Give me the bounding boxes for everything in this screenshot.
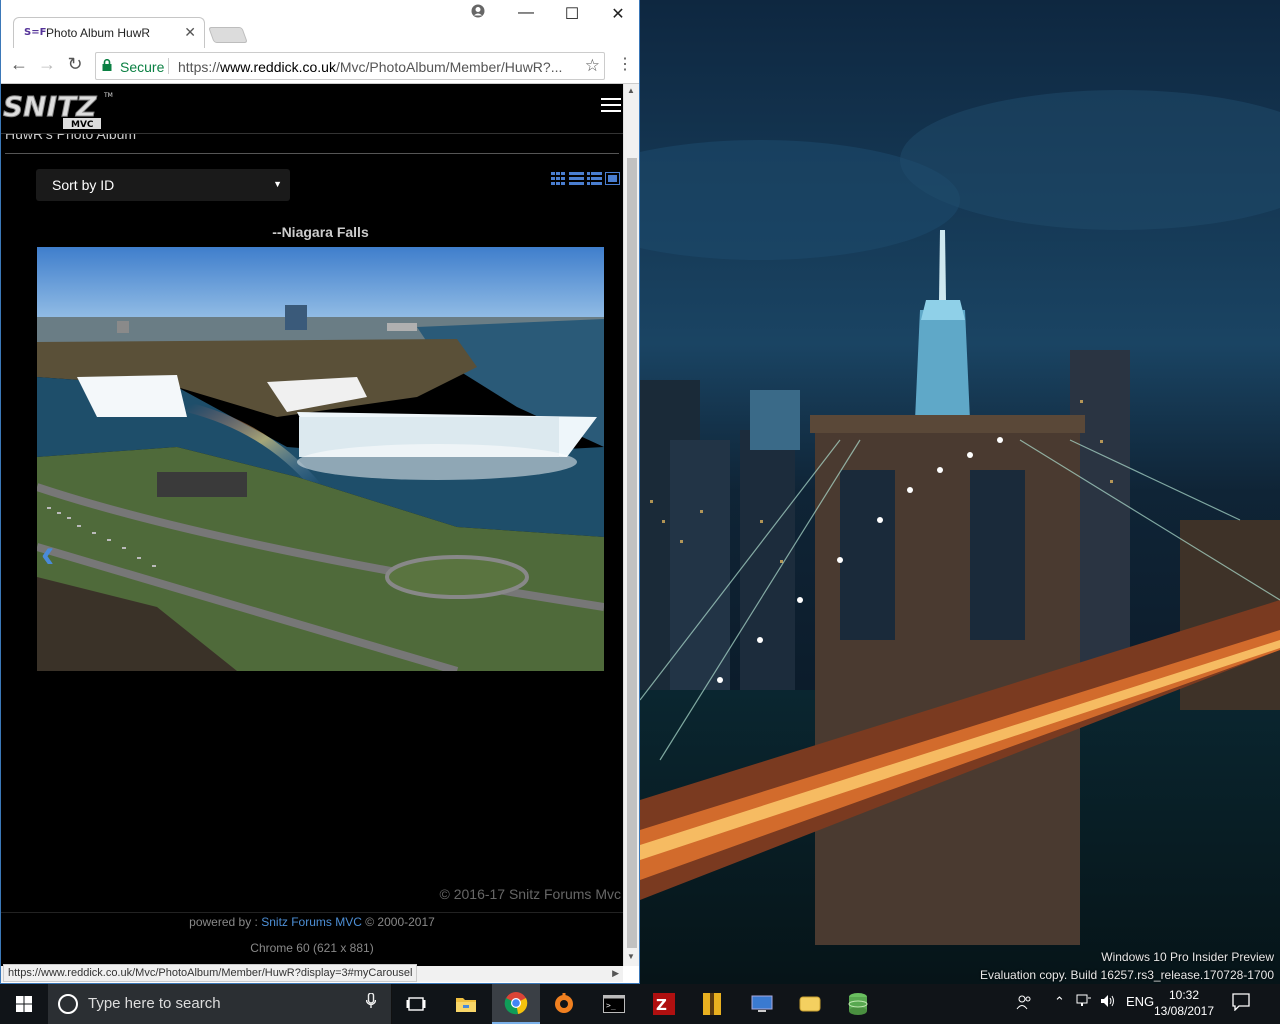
url-host: www.reddick.co.uk xyxy=(220,59,336,75)
taskbar: Type here to search >_ Z ⌃ ENG 10:32 13/… xyxy=(0,984,1280,1024)
filezilla-icon[interactable]: Z xyxy=(640,984,688,1024)
sort-select[interactable]: Sort by ID ▼ xyxy=(36,169,290,201)
taskbar-search-box[interactable]: Type here to search xyxy=(48,984,392,1024)
windows-logo-icon xyxy=(16,996,32,1012)
winrar-icon[interactable] xyxy=(688,984,736,1024)
grid-view-icon[interactable] xyxy=(551,172,566,185)
svg-text:TM: TM xyxy=(103,92,113,99)
svg-text:>_: >_ xyxy=(606,1001,616,1010)
page-content: HuwR's Photo Album SNITZ MVC TM Sort by … xyxy=(1,84,623,982)
chrome-menu-icon[interactable]: ⋮ xyxy=(617,54,633,74)
scroll-down-icon[interactable]: ▼ xyxy=(627,952,635,961)
url-scheme: https:// xyxy=(178,59,221,75)
powered-suffix: © 2000-2017 xyxy=(361,915,435,929)
svg-text:Z: Z xyxy=(656,996,667,1014)
network-icon[interactable] xyxy=(1076,994,1092,1011)
lock-icon xyxy=(102,59,112,71)
terminal-icon[interactable]: >_ xyxy=(590,984,638,1024)
sort-select-value: Sort by ID xyxy=(52,177,115,193)
start-button[interactable] xyxy=(0,984,48,1024)
task-view-icon[interactable] xyxy=(392,984,440,1024)
minimize-button[interactable]: — xyxy=(503,4,549,22)
title-bar: S=F Photo Album HuwR ✕ — ☐ ✕ xyxy=(1,0,639,48)
snitz-logo[interactable]: SNITZ MVC TM xyxy=(1,88,113,135)
database-icon[interactable] xyxy=(834,984,882,1024)
snitz-logo-image: SNITZ MVC TM xyxy=(3,90,113,131)
omnibox-separator xyxy=(168,58,169,74)
file-explorer-icon[interactable] xyxy=(442,984,490,1024)
windows-watermark-line1: Windows 10 Pro Insider Preview xyxy=(1101,950,1274,964)
list-view-icon[interactable] xyxy=(569,172,584,185)
clock-time: 10:32 xyxy=(1168,988,1200,1002)
svg-text:MVC: MVC xyxy=(71,120,94,130)
cortana-icon xyxy=(58,994,78,1014)
title-divider xyxy=(5,153,619,154)
scrollbar-thumb[interactable] xyxy=(627,158,637,948)
sort-dropdown-icon: ▼ xyxy=(273,179,282,189)
volume-icon[interactable] xyxy=(1100,994,1116,1011)
photo-title: --Niagara Falls xyxy=(272,224,369,240)
reload-button[interactable]: ↻ xyxy=(63,54,87,75)
tab-photo-album[interactable]: S=F Photo Album HuwR ✕ xyxy=(13,17,205,48)
view-mode-icons xyxy=(551,172,620,185)
forward-button[interactable]: → xyxy=(35,54,59,75)
snitz-forums-link[interactable]: Snitz Forums MVC xyxy=(261,915,362,929)
carousel-view-icon[interactable] xyxy=(605,172,620,185)
powered-prefix: powered by : xyxy=(189,915,262,929)
new-tab-button[interactable] xyxy=(208,27,248,43)
url-path: /Mvc/PhotoAlbum/Member/HuwR?... xyxy=(335,59,563,75)
powered-by: powered by : Snitz Forums MVC © 2000-201… xyxy=(1,915,623,929)
back-button[interactable]: ← xyxy=(7,54,31,75)
bookmark-star-icon[interactable]: ☆ xyxy=(585,56,600,76)
people-icon[interactable] xyxy=(1016,994,1032,1013)
browser-info: Chrome 60 (621 x 881) xyxy=(250,941,374,955)
status-bar-url: https://www.reddick.co.uk/Mvc/PhotoAlbum… xyxy=(3,964,418,982)
profile-icon[interactable] xyxy=(455,4,501,23)
chrome-icon[interactable] xyxy=(492,984,540,1024)
scroll-up-icon[interactable]: ▲ xyxy=(627,86,635,95)
clock[interactable]: 10:32 13/08/2017 xyxy=(1152,987,1216,1019)
windows-watermark-line2: Evaluation copy. Build 16257.rs3_release… xyxy=(980,968,1274,982)
chrome-window: S=F Photo Album HuwR ✕ — ☐ ✕ ← → ↻ Secur… xyxy=(0,0,640,984)
microphone-icon[interactable] xyxy=(365,992,377,1014)
address-bar[interactable]: Secure https://www.reddick.co.uk/Mvc/Pho… xyxy=(95,52,605,80)
clock-date: 13/08/2017 xyxy=(1153,1004,1215,1018)
site-navbar: SNITZ MVC TM xyxy=(1,84,623,134)
tab-favicon: S=F xyxy=(24,27,47,38)
niagara-falls-photo[interactable] xyxy=(37,247,604,671)
search-placeholder: Type here to search xyxy=(88,995,221,1012)
sticky-icon[interactable] xyxy=(786,984,834,1024)
secure-label: Secure xyxy=(120,59,165,75)
action-center-icon[interactable] xyxy=(1232,993,1254,1013)
footer-divider xyxy=(1,912,623,913)
wallpaper-bridge-image xyxy=(640,0,1280,984)
carousel-prev-icon[interactable]: ‹ xyxy=(41,532,54,577)
maximize-button[interactable]: ☐ xyxy=(549,4,595,24)
hamburger-menu-icon[interactable] xyxy=(601,98,621,116)
avast-icon[interactable] xyxy=(540,984,588,1024)
tab-title: Photo Album HuwR xyxy=(46,26,151,40)
url-text[interactable]: https://www.reddick.co.uk/Mvc/PhotoAlbum… xyxy=(178,59,574,75)
scroll-right-icon[interactable]: ▶ xyxy=(612,968,619,979)
detail-list-icon[interactable] xyxy=(587,172,602,185)
tab-close-icon[interactable]: ✕ xyxy=(184,24,196,41)
show-hidden-icons-icon[interactable]: ⌃ xyxy=(1054,994,1065,1010)
language-indicator[interactable]: ENG xyxy=(1126,994,1154,1009)
vertical-scrollbar[interactable]: ▲ ▼ xyxy=(623,84,639,966)
browser-toolbar: ← → ↻ Secure https://www.reddick.co.uk/M… xyxy=(1,48,639,84)
close-button[interactable]: ✕ xyxy=(595,4,641,24)
copyright-text: © 2016-17 Snitz Forums Mvc xyxy=(439,886,622,902)
niagara-photo-image xyxy=(37,247,604,671)
remote-desktop-icon[interactable] xyxy=(738,984,786,1024)
